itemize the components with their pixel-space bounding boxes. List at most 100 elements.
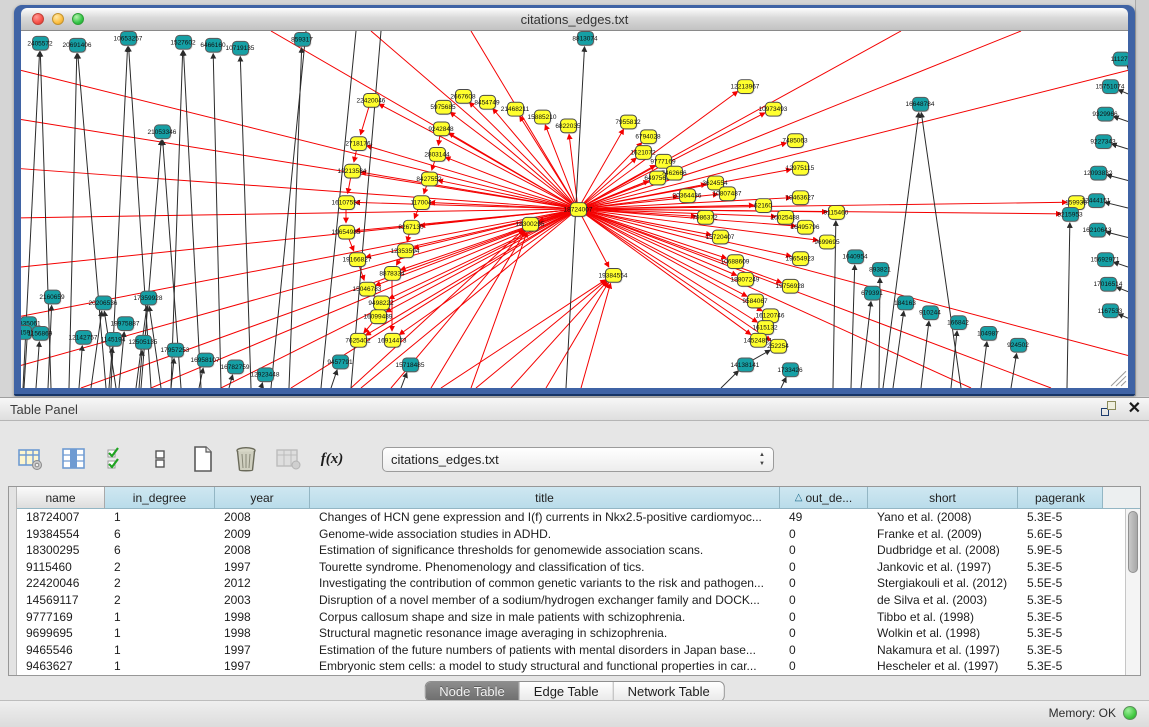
reference-edge[interactable]	[851, 265, 855, 388]
table-cell[interactable]: Structural magnetic resonance image aver…	[310, 625, 780, 642]
table-cell[interactable]: Embryonic stem cells: a model to study s…	[310, 658, 780, 675]
table-cell[interactable]: 5.6E-5	[1018, 526, 1103, 543]
reference-edge[interactable]	[883, 113, 919, 388]
memory-ok-icon[interactable]	[1123, 706, 1137, 720]
graph-node[interactable]: 10025488	[771, 210, 800, 225]
table-cell[interactable]: 2012	[215, 575, 310, 592]
table-cell[interactable]: 6	[105, 526, 215, 543]
table-row[interactable]: 946362711997Embryonic stem cells: a mode…	[9, 658, 1125, 675]
table-cell[interactable]: Genome-wide association studies in ADHD.	[310, 526, 780, 543]
graph-node[interactable]: 252254	[767, 339, 789, 354]
graph-node[interactable]: 1527602	[170, 35, 196, 50]
table-cell[interactable]: Tibbo et al. (1998)	[868, 609, 1018, 626]
citation-edge[interactable]	[511, 282, 607, 388]
table-cell[interactable]: Yano et al. (2008)	[868, 509, 1018, 526]
graph-node[interactable]: 19975887	[111, 317, 140, 332]
table-cell[interactable]: 1997	[215, 658, 310, 675]
table-cell[interactable]: 1	[105, 625, 215, 642]
table-row[interactable]: 1830029562008Estimation of significance …	[9, 542, 1125, 559]
reference-edge[interactable]	[861, 301, 871, 388]
citation-edge[interactable]	[581, 283, 611, 388]
new-table-icon[interactable]	[188, 445, 218, 473]
graph-node[interactable]: 5975685	[430, 100, 456, 115]
reference-edge[interactable]	[240, 57, 251, 388]
vertical-scrollbar[interactable]	[1125, 509, 1140, 675]
table-cell[interactable]: Estimation of the future numbers of pati…	[310, 642, 780, 659]
graph-node[interactable]: 117004	[410, 196, 432, 211]
table-cell[interactable]: 0	[780, 609, 868, 626]
table-cell[interactable]: 2	[105, 575, 215, 592]
table-cell[interactable]: 6	[105, 542, 215, 559]
table-cell[interactable]: 22420046	[17, 575, 105, 592]
delete-trash-icon[interactable]	[231, 445, 261, 473]
table-cell[interactable]: 2	[105, 559, 215, 576]
row-height-icon[interactable]	[145, 445, 175, 473]
table-cell[interactable]: 1	[105, 609, 215, 626]
graph-node[interactable]: 2718176	[345, 137, 371, 152]
table-cell[interactable]: 9465546	[17, 642, 105, 659]
graph-node[interactable]: 10653257	[114, 31, 143, 46]
graph-node[interactable]: 6822035	[555, 119, 581, 134]
table-cell[interactable]: 9463627	[17, 658, 105, 675]
graph-node[interactable]: 16648784	[906, 97, 935, 112]
citation-edge[interactable]	[361, 209, 578, 388]
table-cell[interactable]: 0	[780, 592, 868, 609]
graph-node[interactable]: 7485063	[782, 134, 808, 149]
table-cell[interactable]: 1997	[215, 642, 310, 659]
graph-node[interactable]: 924502	[1007, 338, 1029, 353]
graph-node[interactable]: 111270	[1111, 52, 1128, 67]
graph-node[interactable]: 1733426	[777, 363, 803, 378]
reference-edge[interactable]	[721, 371, 739, 388]
graph-node[interactable]: 12093832	[1084, 166, 1113, 181]
table-cell[interactable]: 9699695	[17, 625, 105, 642]
table-cell[interactable]: 2008	[215, 542, 310, 559]
table-cell[interactable]: 5.3E-5	[1018, 559, 1103, 576]
table-cell[interactable]: Corpus callosum shape and size in male p…	[310, 609, 780, 626]
table-chooser-dropdown[interactable]: citations_edges.txt ▲▼	[382, 447, 774, 472]
graph-node[interactable]: 16914473	[378, 333, 407, 348]
reference-edge[interactable]	[36, 342, 39, 388]
citation-edge[interactable]	[21, 120, 578, 209]
table-cell[interactable]: 9115460	[17, 559, 105, 576]
graph-node[interactable]: 15692971	[1091, 253, 1120, 268]
column-header-year[interactable]: year	[215, 487, 310, 509]
graph-node[interactable]: 19166827	[343, 253, 372, 268]
reference-edge[interactable]	[981, 342, 987, 388]
reference-edge[interactable]	[229, 375, 233, 388]
reference-edge[interactable]	[893, 311, 904, 388]
scrollbar-thumb[interactable]	[1128, 511, 1138, 573]
table-cell[interactable]: 1998	[215, 609, 310, 626]
table-cell[interactable]: 2008	[215, 509, 310, 526]
reference-edge[interactable]	[1067, 223, 1070, 388]
network-view-window[interactable]: citations_edges.txt 18724007183002951938…	[14, 5, 1135, 396]
graph-node[interactable]: 104987	[977, 327, 999, 342]
table-cell[interactable]: 0	[780, 559, 868, 576]
graph-node[interactable]: 22420046	[357, 93, 386, 108]
table-row[interactable]: 1456911722003Disruption of a novel membe…	[9, 592, 1125, 609]
citation-edge[interactable]	[414, 209, 578, 248]
column-header-short[interactable]: short	[868, 487, 1018, 509]
table-cell[interactable]: 0	[780, 542, 868, 559]
graph-node[interactable]: 62160	[754, 199, 773, 214]
graph-node[interactable]: 9329966	[1092, 107, 1118, 122]
table-cell[interactable]: Tourette syndrome. Phenomenology and cla…	[310, 559, 780, 576]
graph-node[interactable]: 1167533	[1098, 304, 1123, 319]
close-panel-icon[interactable]: ✕	[1128, 401, 1141, 416]
resize-grip-icon[interactable]	[1111, 371, 1126, 386]
network-canvas[interactable]: 1872400718300295193845542242004627181761…	[21, 31, 1128, 388]
table-cell[interactable]: 5.3E-5	[1018, 658, 1103, 675]
graph-node[interactable]: 6794028	[635, 130, 661, 145]
citation-edge[interactable]	[578, 31, 1021, 209]
graph-node[interactable]: 19756928	[776, 279, 805, 294]
network-graph[interactable]: 1872400718300295193845542242004627181761…	[21, 31, 1128, 388]
column-header-name[interactable]: name	[17, 487, 105, 509]
table-cell[interactable]: Jankovic et al. (1997)	[868, 559, 1018, 576]
table-cell[interactable]: 2	[105, 592, 215, 609]
table-cell[interactable]: 5.3E-5	[1018, 609, 1103, 626]
citation-edge[interactable]	[578, 202, 1067, 209]
reference-edge[interactable]	[183, 51, 201, 388]
graph-node[interactable]: 9457791	[327, 355, 353, 370]
graph-node[interactable]: 19463627	[786, 191, 815, 206]
table-cell[interactable]: 1997	[215, 559, 310, 576]
table-cell[interactable]: 2009	[215, 526, 310, 543]
